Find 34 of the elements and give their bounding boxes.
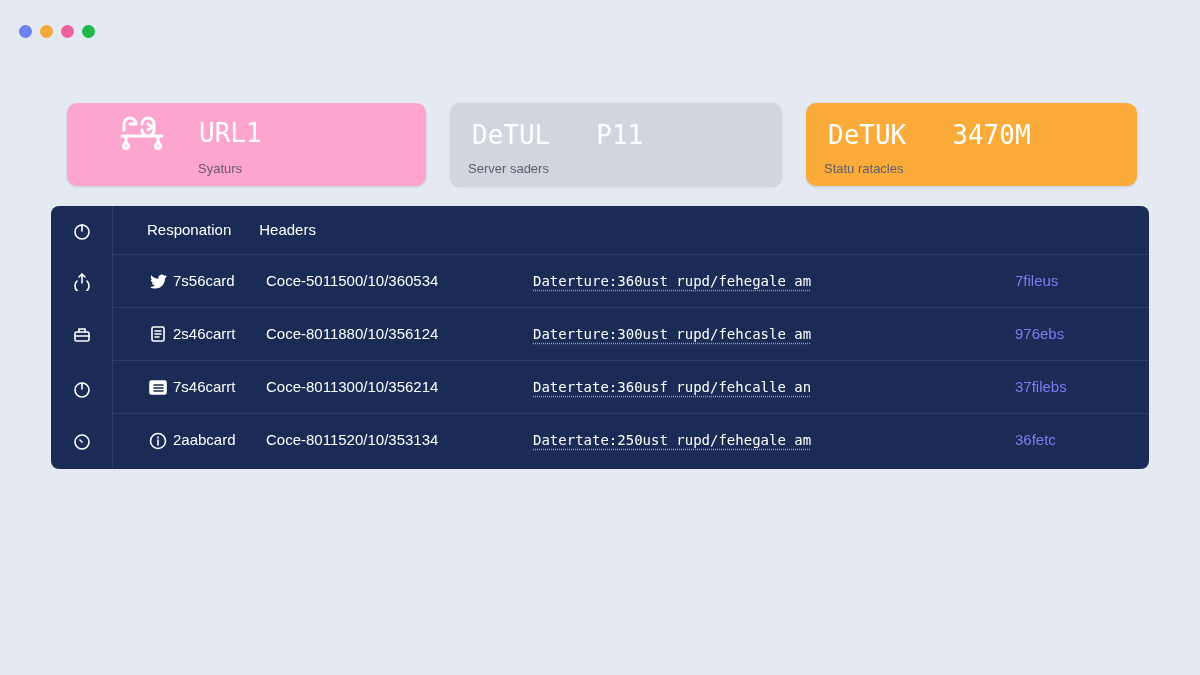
name-cell-text: 7s46carrt — [173, 376, 237, 397]
power-icon[interactable] — [72, 379, 91, 398]
detail-cell-text: Datertate:250ust rupd/fehegale am — [533, 431, 813, 450]
info-circle-icon — [149, 431, 167, 450]
code-cell-text: Coce-8011880/10/356124 — [266, 323, 440, 344]
code-cell-text: Coce-8011300/10/356214 — [266, 376, 440, 397]
name-cell-text: 2aabcard — [173, 430, 237, 451]
column-header[interactable]: Headers — [259, 218, 316, 242]
code-cell-text: Coce-5011500/10/360534 — [266, 270, 440, 291]
detail-cell-text: Datertate:360usf rupd/fehcalle an — [533, 377, 813, 397]
detail-cell-text: Daterture:360ust rupd/fehegale am — [533, 271, 813, 291]
size-cell-text: 7fileus — [1015, 270, 1059, 291]
name-cell-text: 2s46carrt — [173, 323, 237, 344]
detail-cell-text: Daterture:300ust rupd/fehcasle am — [533, 324, 813, 344]
size-cell-text: 36fetc — [1015, 430, 1056, 451]
card-subtitle: Statu ratacles — [824, 160, 904, 178]
clock-icon[interactable] — [72, 433, 91, 451]
size-cell-text: 976ebs — [1015, 323, 1065, 344]
column-header[interactable]: Responation — [147, 218, 232, 242]
card-title: URL1 — [199, 117, 262, 150]
card-subtitle: Server saders — [468, 160, 549, 178]
size-cell-text: 37filebs — [1015, 376, 1067, 397]
code-cell-text: Coce-8011520/10/353134 — [266, 430, 440, 451]
briefcase-icon[interactable] — [72, 326, 91, 344]
list-icon — [149, 378, 167, 396]
card-subtitle: Syaturs — [198, 160, 243, 178]
robot-icon — [120, 116, 164, 150]
card-value: 3470M — [952, 119, 1031, 152]
upload-icon[interactable] — [72, 272, 91, 291]
bird-icon — [149, 272, 167, 290]
card-title: DeTUK — [828, 119, 907, 152]
power-icon[interactable] — [72, 221, 91, 240]
document-icon — [149, 325, 167, 343]
name-cell-text: 7s56card — [173, 270, 236, 291]
